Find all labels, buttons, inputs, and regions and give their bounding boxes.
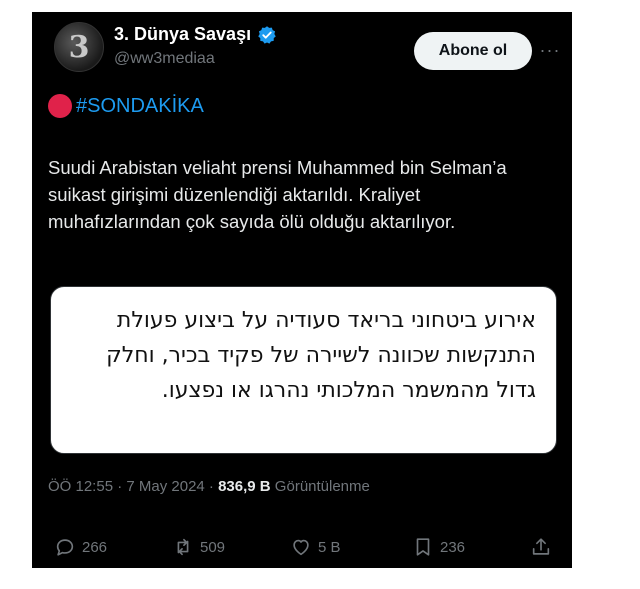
account-handle[interactable]: @ww3mediaa (114, 50, 215, 68)
avatar[interactable]: 3 (54, 22, 104, 72)
more-icon[interactable]: ··· (538, 38, 562, 62)
repost-icon (177, 538, 189, 556)
red-circle-icon (48, 94, 72, 118)
tweet-meta: ÖÖ 12:55 · 7 May 2024 · 836,9 B Görüntül… (48, 478, 370, 495)
reply-count: 266 (82, 538, 108, 556)
share-icon (532, 538, 550, 555)
tweet-text: Suudi Arabistan veliaht prensi Muhammed … (48, 157, 507, 232)
like-button[interactable]: 5 B (290, 536, 341, 558)
reply-icon (56, 539, 74, 556)
account-name-row: 3. Dünya Savaşı (114, 24, 277, 45)
bookmark-count: 236 (440, 538, 466, 556)
share-button[interactable] (530, 536, 552, 558)
media-text: אירוע ביטחוני בריאד סעודיה על ביצוע פעול… (66, 303, 536, 408)
like-count: 5 B (318, 538, 341, 556)
bookmark-icon (416, 538, 430, 556)
repost-button[interactable]: 509 (172, 536, 225, 558)
hashtag-link[interactable]: #SONDAKİKA (76, 95, 204, 118)
account-name[interactable]: 3. Dünya Savaşı (114, 24, 251, 45)
hashtag-row: #SONDAKİKA (48, 94, 204, 118)
follow-button[interactable]: Abone ol (414, 32, 532, 70)
media-text-line: התנקשות שכוונה לשיירה של פקיד בכיר, וחלק (106, 343, 536, 368)
repost-count: 509 (200, 538, 226, 556)
media-text-line: גדול מהמשמר המלכותי נהרגו או נפצעו. (161, 378, 536, 403)
verified-badge-icon (258, 25, 276, 44)
views-label: Görüntülenme (270, 478, 370, 495)
bookmark-button[interactable]: 236 (412, 536, 465, 558)
like-icon (293, 539, 309, 556)
avatar-glyph: 3 (68, 29, 90, 65)
tweet-card: 3 3. Dünya Savaşı @ww3mediaa Abone ol ··… (32, 12, 572, 568)
tweet-media-image[interactable]: אירוע ביטחוני בריאד סעודיה על ביצוע פעול… (50, 286, 557, 454)
reply-button[interactable]: 266 (54, 536, 107, 558)
action-bar: 266 509 5 B 236 (32, 536, 572, 564)
views-count: 836,9 B (218, 478, 271, 495)
timestamp[interactable]: ÖÖ 12:55 · 7 May 2024 · (48, 478, 218, 495)
media-text-line: אירוע ביטחוני בריאד סעודיה על ביצוע פעול… (116, 308, 536, 333)
